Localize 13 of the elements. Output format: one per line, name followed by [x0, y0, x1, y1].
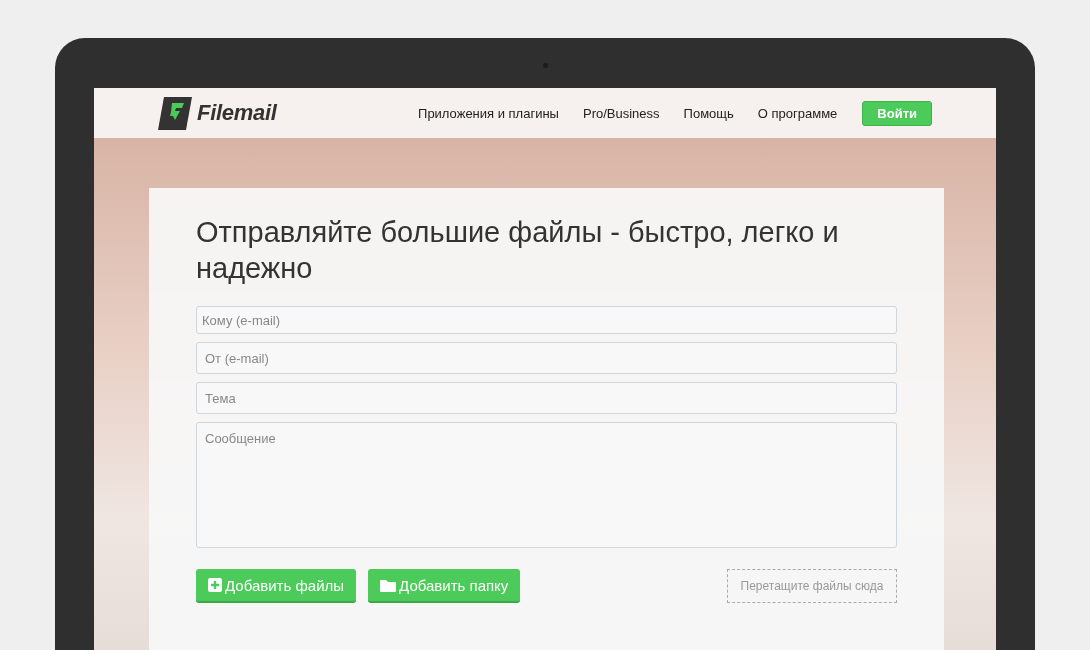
logo-icon [158, 96, 192, 130]
input-field[interactable]: Тема [196, 382, 897, 414]
nav-link[interactable]: Приложения и плагины [418, 105, 559, 121]
input-field[interactable]: Кому (e-mail) [196, 306, 897, 334]
logo-text: Filemail [197, 100, 277, 126]
form-title: Отправляйте большие файлы - быстро, легко и надежно [196, 215, 840, 286]
folder-icon [380, 578, 397, 592]
plus-icon [208, 578, 222, 592]
nav-link[interactable]: Pro/Business [582, 105, 660, 121]
message-field[interactable]: Сообщение [196, 422, 897, 548]
nav-link[interactable]: Помощь [683, 105, 734, 121]
nav-link[interactable]: О программе [757, 105, 838, 121]
input-field[interactable]: От (e-mail) [196, 342, 897, 374]
